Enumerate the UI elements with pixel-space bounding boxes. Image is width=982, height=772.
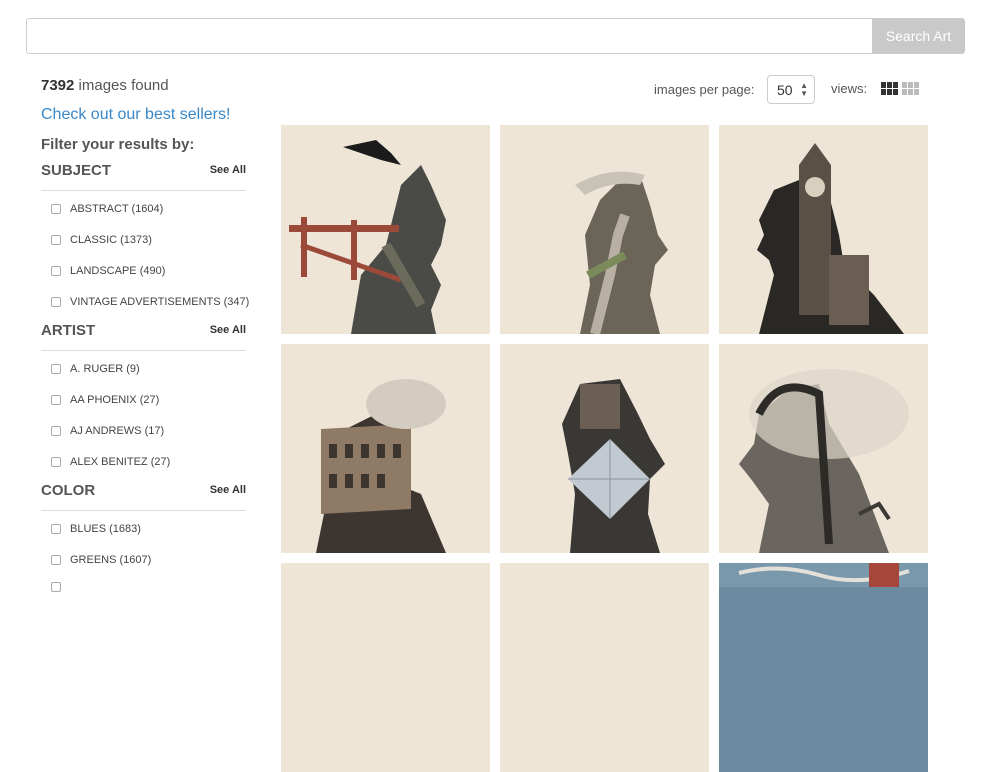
filter-option-alex-benitez[interactable]: ALEX BENITEZ (27) <box>51 456 170 468</box>
checkbox[interactable] <box>51 555 61 565</box>
search-art-button[interactable]: Search Art <box>872 18 965 54</box>
filter-option-label: CLASSIC (1373) <box>70 234 152 246</box>
images-per-page-select[interactable]: 50 ▲ ▼ <box>767 75 815 104</box>
filter-heading: Filter your results by: <box>41 136 195 153</box>
see-all-color-link[interactable]: See All <box>210 484 246 496</box>
graffiti-image <box>719 563 928 587</box>
results-number: 7392 <box>41 77 75 94</box>
large-grid-view-icon[interactable] <box>881 82 898 95</box>
filter-section-title: COLOR <box>41 482 96 499</box>
filter-option-greens[interactable]: GREENS (1607) <box>51 554 151 566</box>
filter-option-label: VINTAGE ADVERTISEMENTS (347) <box>70 296 250 308</box>
filter-option-classic[interactable]: CLASSIC (1373) <box>51 234 152 246</box>
filter-option-label: GREENS (1607) <box>70 554 152 566</box>
best-sellers-link[interactable]: Check out our best sellers! <box>41 106 230 124</box>
artwork-tile-louvre[interactable] <box>500 344 709 553</box>
images-per-page-value: 50 <box>777 81 793 98</box>
small-grid-view-icon[interactable] <box>902 82 919 95</box>
checkbox[interactable] <box>51 364 61 374</box>
artwork-tile-graffiti[interactable] <box>719 563 928 772</box>
filter-option-label: LANDSCAPE (490) <box>70 265 166 277</box>
checkbox[interactable] <box>51 266 61 276</box>
filter-option-partial[interactable] <box>51 582 70 592</box>
artwork-tile-golden-gate[interactable] <box>281 125 490 334</box>
filter-option-aa-phoenix[interactable]: AA PHOENIX (27) <box>51 394 159 406</box>
filter-option-vintage-advertisements[interactable]: VINTAGE ADVERTISEMENTS (347) <box>51 296 249 308</box>
checkbox[interactable] <box>51 204 61 214</box>
head-silhouette-image <box>562 379 665 553</box>
artwork-tile-colosseum[interactable] <box>281 344 490 553</box>
checkbox[interactable] <box>51 457 61 467</box>
checkbox[interactable] <box>51 582 61 592</box>
filter-option-aj-andrews[interactable]: AJ ANDREWS (17) <box>51 425 164 437</box>
artwork-tile-partial[interactable] <box>500 563 709 772</box>
artwork-tile-big-ben[interactable] <box>719 125 928 334</box>
filter-section-title: ARTIST <box>41 322 96 339</box>
filter-section-title: SUBJECT <box>41 162 112 179</box>
checkbox[interactable] <box>51 235 61 245</box>
checkbox[interactable] <box>51 426 61 436</box>
artwork-tile-partial[interactable] <box>281 563 490 772</box>
filter-option-label: AA PHOENIX (27) <box>70 394 160 406</box>
head-silhouette-image <box>739 369 909 553</box>
filter-option-label: ALEX BENITEZ (27) <box>70 456 171 468</box>
select-arrows-icon: ▲ ▼ <box>800 81 808 98</box>
see-all-artist-link[interactable]: See All <box>210 324 246 336</box>
filter-option-abstract[interactable]: ABSTRACT (1604) <box>51 203 163 215</box>
filter-option-blues[interactable]: BLUES (1683) <box>51 523 141 535</box>
head-silhouette-image <box>316 379 446 553</box>
checkbox[interactable] <box>51 395 61 405</box>
filter-section-artist: ARTIST See All <box>41 322 246 351</box>
artwork-tile-roller-coaster[interactable] <box>719 344 928 553</box>
checkbox[interactable] <box>51 524 61 534</box>
filter-option-label: ABSTRACT (1604) <box>70 203 164 215</box>
filter-option-landscape[interactable]: LANDSCAPE (490) <box>51 265 165 277</box>
filter-option-label: AJ ANDREWS (17) <box>70 425 165 437</box>
results-count: 7392 images found <box>41 77 169 94</box>
filter-section-subject: SUBJECT See All <box>41 162 246 191</box>
head-silhouette-image <box>575 171 668 334</box>
head-silhouette-image <box>757 143 904 334</box>
filter-option-a-ruger[interactable]: A. RUGER (9) <box>51 363 140 375</box>
images-per-page-label: images per page: <box>654 82 755 97</box>
filter-option-label: BLUES (1683) <box>70 523 141 535</box>
checkbox[interactable] <box>51 297 61 307</box>
see-all-subject-link[interactable]: See All <box>210 164 246 176</box>
artwork-tile-great-wall[interactable] <box>500 125 709 334</box>
views-label: views: <box>831 81 868 96</box>
filter-option-label: A. RUGER (9) <box>70 363 140 375</box>
head-silhouette-image <box>289 140 446 334</box>
search-input[interactable] <box>26 18 872 54</box>
filter-section-color: COLOR See All <box>41 482 246 511</box>
results-suffix: images found <box>74 77 169 94</box>
